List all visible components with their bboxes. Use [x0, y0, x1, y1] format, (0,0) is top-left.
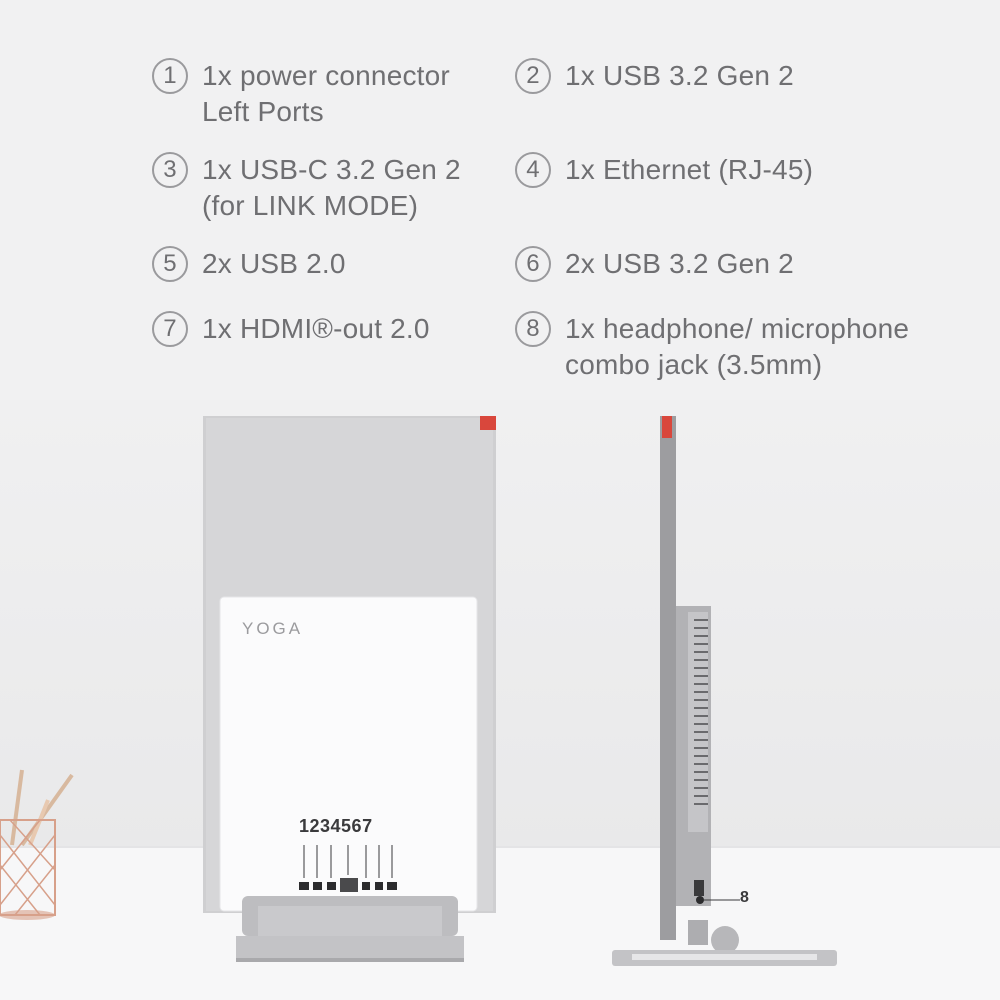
pencil-cup-image: [0, 769, 74, 920]
product-illustration: YOGA: [0, 416, 837, 966]
yoga-logo: YOGA: [242, 619, 303, 638]
monitor-side-view: [612, 416, 837, 966]
port-numbers-label: 1234567: [299, 816, 373, 836]
side-port-label: 8: [740, 889, 749, 906]
monitor-back-view: YOGA: [203, 416, 496, 962]
